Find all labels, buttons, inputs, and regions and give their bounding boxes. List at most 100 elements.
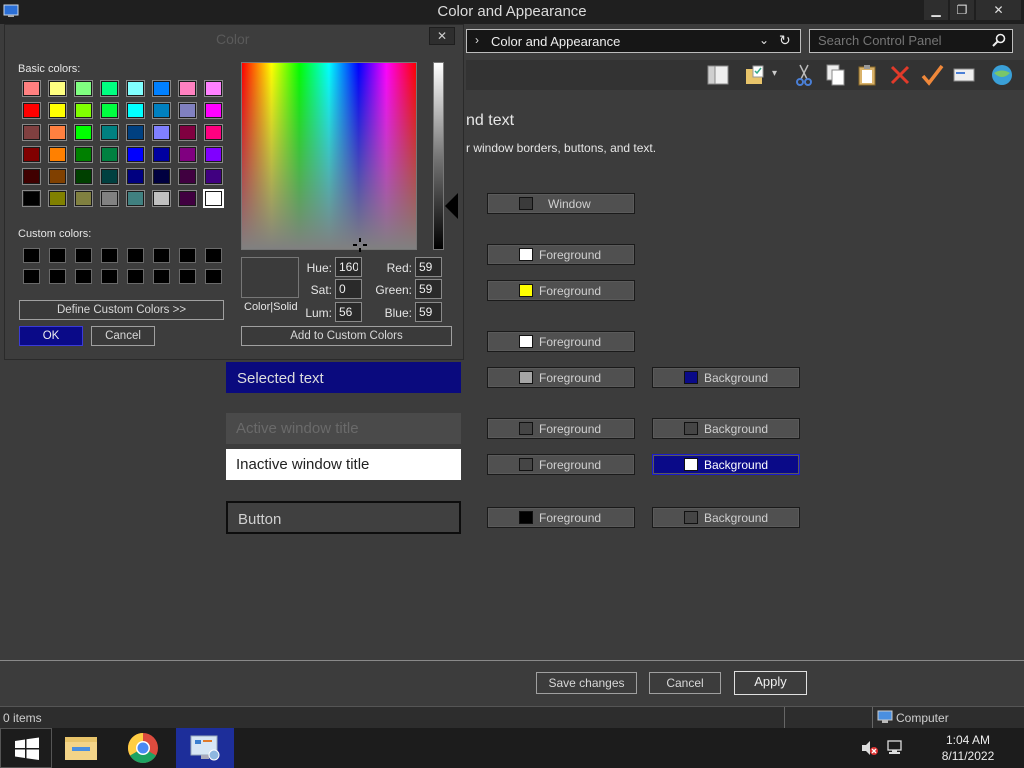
copy-icon[interactable] — [824, 63, 848, 87]
refresh-icon[interactable]: ↻ — [779, 32, 791, 49]
properties-icon[interactable] — [952, 63, 976, 87]
search-icon[interactable] — [992, 33, 1006, 47]
checkmark-icon[interactable] — [920, 63, 944, 87]
basic-color-swatch[interactable] — [127, 147, 144, 162]
custom-color-swatch[interactable] — [49, 248, 66, 263]
button-text-foreground-button[interactable]: Foreground — [487, 507, 635, 528]
globe-icon[interactable] — [990, 63, 1014, 87]
window-color-button[interactable]: Window — [487, 193, 635, 214]
basic-color-swatch[interactable] — [205, 147, 222, 162]
custom-color-swatch[interactable] — [23, 269, 40, 284]
active-title-foreground-button[interactable]: Foreground — [487, 418, 635, 439]
basic-color-swatch[interactable] — [75, 147, 92, 162]
basic-color-swatch[interactable] — [23, 125, 40, 140]
basic-color-swatch[interactable] — [153, 169, 170, 184]
custom-color-swatch[interactable] — [23, 248, 40, 263]
search-input[interactable] — [818, 33, 988, 48]
define-custom-colors-button[interactable]: Define Custom Colors >> — [19, 300, 224, 320]
custom-color-swatch[interactable] — [153, 269, 170, 284]
breadcrumb-color-and-appearance[interactable]: Color and Appearance — [491, 34, 620, 49]
custom-color-swatch[interactable] — [75, 269, 92, 284]
basic-color-swatch[interactable] — [179, 103, 196, 118]
basic-color-swatch[interactable] — [49, 125, 66, 140]
basic-color-swatch[interactable] — [23, 81, 40, 96]
basic-color-swatch[interactable] — [179, 191, 196, 206]
paste-icon[interactable] — [856, 63, 880, 87]
custom-color-swatch[interactable] — [205, 248, 222, 263]
active-title-background-button[interactable]: Background — [652, 418, 800, 439]
basic-color-swatch[interactable] — [127, 191, 144, 206]
basic-color-swatch[interactable] — [153, 147, 170, 162]
basic-color-swatch[interactable] — [153, 81, 170, 96]
inactive-title-background-button[interactable]: Background — [652, 454, 800, 475]
basic-color-swatch[interactable] — [179, 81, 196, 96]
apply-button[interactable]: Apply — [734, 671, 807, 695]
custom-color-swatch[interactable] — [205, 269, 222, 284]
folder-options-icon[interactable] — [744, 63, 768, 87]
layout-icon[interactable] — [706, 63, 730, 87]
cut-icon[interactable] — [792, 63, 816, 87]
control-panel-taskbar-button[interactable] — [176, 728, 234, 768]
basic-color-swatch[interactable] — [179, 125, 196, 140]
hyperlink-foreground-button[interactable]: Foreground — [487, 280, 635, 301]
luminosity-arrow-icon[interactable] — [445, 193, 458, 219]
custom-color-swatch[interactable] — [49, 269, 66, 284]
basic-color-swatch[interactable] — [75, 125, 92, 140]
custom-color-swatch[interactable] — [127, 248, 144, 263]
chevron-down-icon[interactable]: ⌄ — [759, 33, 769, 47]
close-button[interactable]: ✕ — [976, 0, 1021, 20]
basic-color-swatch[interactable] — [75, 81, 92, 96]
basic-color-swatch[interactable] — [153, 191, 170, 206]
basic-color-swatch[interactable] — [75, 169, 92, 184]
basic-color-swatch[interactable] — [23, 191, 40, 206]
crosshair-icon[interactable] — [353, 238, 367, 252]
basic-color-swatch[interactable] — [101, 103, 118, 118]
basic-color-swatch[interactable] — [23, 147, 40, 162]
cancel-button[interactable]: Cancel — [649, 672, 721, 694]
delete-icon[interactable] — [888, 63, 912, 87]
button-face-background-button[interactable]: Background — [652, 507, 800, 528]
basic-color-swatch[interactable] — [49, 147, 66, 162]
restore-button[interactable]: ❐ — [950, 0, 974, 20]
network-icon[interactable] — [886, 740, 904, 756]
basic-color-swatch[interactable] — [101, 191, 118, 206]
custom-color-swatch[interactable] — [179, 269, 196, 284]
start-button[interactable] — [0, 728, 52, 768]
custom-color-swatch[interactable] — [101, 269, 118, 284]
breadcrumb-separator[interactable]: › — [475, 33, 479, 47]
disabled-text-foreground-button[interactable]: Foreground — [487, 331, 635, 352]
basic-color-swatch[interactable] — [179, 169, 196, 184]
basic-color-swatch[interactable] — [205, 125, 222, 140]
add-to-custom-colors-button[interactable]: Add to Custom Colors — [241, 326, 452, 346]
basic-color-swatch[interactable] — [49, 103, 66, 118]
basic-color-swatch[interactable] — [101, 125, 118, 140]
dialog-close-button[interactable]: ✕ — [429, 27, 455, 45]
basic-color-swatch[interactable] — [127, 103, 144, 118]
system-clock[interactable]: 1:04 AM 8/11/2022 — [930, 732, 1006, 764]
minimize-button[interactable]: ▁ — [924, 0, 948, 20]
basic-color-swatch[interactable] — [49, 81, 66, 96]
basic-color-swatch[interactable] — [179, 147, 196, 162]
sat-field[interactable] — [335, 279, 362, 299]
custom-color-swatch[interactable] — [101, 248, 118, 263]
green-field[interactable] — [415, 279, 442, 299]
hue-field[interactable] — [335, 257, 362, 277]
search-box[interactable] — [809, 29, 1013, 53]
basic-color-swatch[interactable] — [205, 103, 222, 118]
save-changes-button[interactable]: Save changes — [536, 672, 637, 694]
blue-field[interactable] — [415, 302, 442, 322]
basic-color-swatch[interactable] — [75, 103, 92, 118]
selected-text-background-button[interactable]: Background — [652, 367, 800, 388]
custom-color-swatch[interactable] — [75, 248, 92, 263]
basic-color-swatch[interactable] — [153, 125, 170, 140]
basic-color-swatch[interactable] — [75, 191, 92, 206]
luminosity-slider[interactable] — [433, 62, 444, 250]
basic-color-swatch[interactable] — [205, 169, 222, 184]
basic-color-swatch[interactable] — [101, 169, 118, 184]
red-field[interactable] — [415, 257, 442, 277]
chrome-taskbar-button[interactable] — [115, 728, 171, 768]
basic-color-swatch[interactable] — [127, 81, 144, 96]
lum-field[interactable] — [335, 302, 362, 322]
color-spectrum[interactable] — [241, 62, 417, 250]
basic-color-swatch[interactable] — [101, 81, 118, 96]
